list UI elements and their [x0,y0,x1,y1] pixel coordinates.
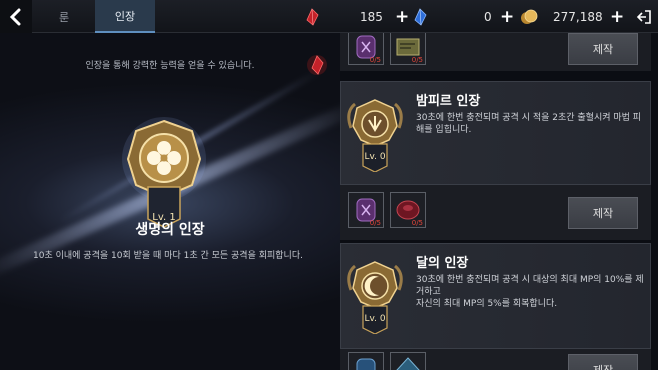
red-crystal-icon [304,0,320,33]
emblem-card-vampire[interactable]: Lv. 0 밤피르 인장 30초에 한번 충전되며 공격 시 적을 2초간 출혈… [340,81,651,185]
panel-hint: 인장을 통해 강력한 능력을 얻을 수 있습니다. [85,61,255,71]
red-crystal-value: 185 [360,9,383,24]
add-blue-crystal-button[interactable]: + [494,0,514,33]
selected-emblem-name: 생명의 인장 [135,222,205,238]
craft-button[interactable]: 제작 [568,33,638,65]
selected-emblem-description: 10초 이내에 공격을 10회 받을 때 마다 1초 간 모든 공격을 회피합니… [33,251,303,261]
material-slot[interactable]: 0/5 [390,33,426,65]
emblem-card-moon[interactable]: Lv. 0 달의 인장 30초에 한번 충전되며 공격 시 대상의 최대 MP의… [340,243,651,349]
exit-icon [636,9,651,24]
craft-button[interactable]: 제작 [568,354,638,370]
blue-crystal-value: 0 [484,9,492,24]
recipe-row: 0/5 0/5 제작 [340,185,651,240]
exit-button[interactable] [630,0,658,33]
emblem-description: 30초에 한번 충전되며 공격 시 대상의 최대 MP의 10%를 제거하고 자… [416,275,644,309]
back-arrow-icon [9,8,21,25]
red-crystal-balance: 185 [360,0,383,33]
material-slot[interactable]: 0/5 [390,192,426,228]
top-bar: 룬 인장 185 + 0 + 277,188 + [0,0,658,33]
material-slot[interactable] [390,352,426,370]
back-button[interactable] [0,0,32,33]
emblem-list: 0/5 0/5 제작 Lv. 0 밤피르 인장 30초에 한번 충전되며 공격 … [340,33,658,370]
red-crystal-icon [306,53,328,81]
recipe-row: 제작 [340,349,651,370]
blue-gem-icon [396,357,420,370]
material-slot[interactable]: 0/5 [348,192,384,228]
emblem-level: Lv. 0 [364,314,386,324]
blue-crystal-balance: 0 [484,0,492,33]
recipe-row: 0/5 0/5 제작 [340,33,651,71]
craft-button[interactable]: 제작 [568,197,638,229]
material-slot[interactable] [348,352,384,370]
selected-emblem-panel: 인장을 통해 강력한 능력을 얻을 수 있습니다. Lv. 1 생명의 인장 1… [0,33,340,370]
tab-rune[interactable]: 룬 [33,0,95,33]
add-gold-button[interactable]: + [604,0,624,33]
gold-balance: 277,188 [553,0,603,33]
emblem-title: 밤피르 인장 [416,94,481,109]
emblem-description: 30초에 한번 충전되며 공격 시 적을 2초간 출혈시켜 마법 피해를 입힙니… [416,113,642,135]
blue-rune-icon [356,358,376,370]
tab-emblem[interactable]: 인장 [95,0,155,33]
emblem-level: Lv. 0 [364,152,386,162]
gold-coin-icon [520,0,538,33]
gold-value: 277,188 [553,9,603,24]
blue-crystal-icon [412,0,428,33]
emblem-title: 달의 인장 [416,256,469,271]
material-slot[interactable]: 0/5 [348,33,384,65]
add-red-crystal-button[interactable]: + [389,0,409,33]
